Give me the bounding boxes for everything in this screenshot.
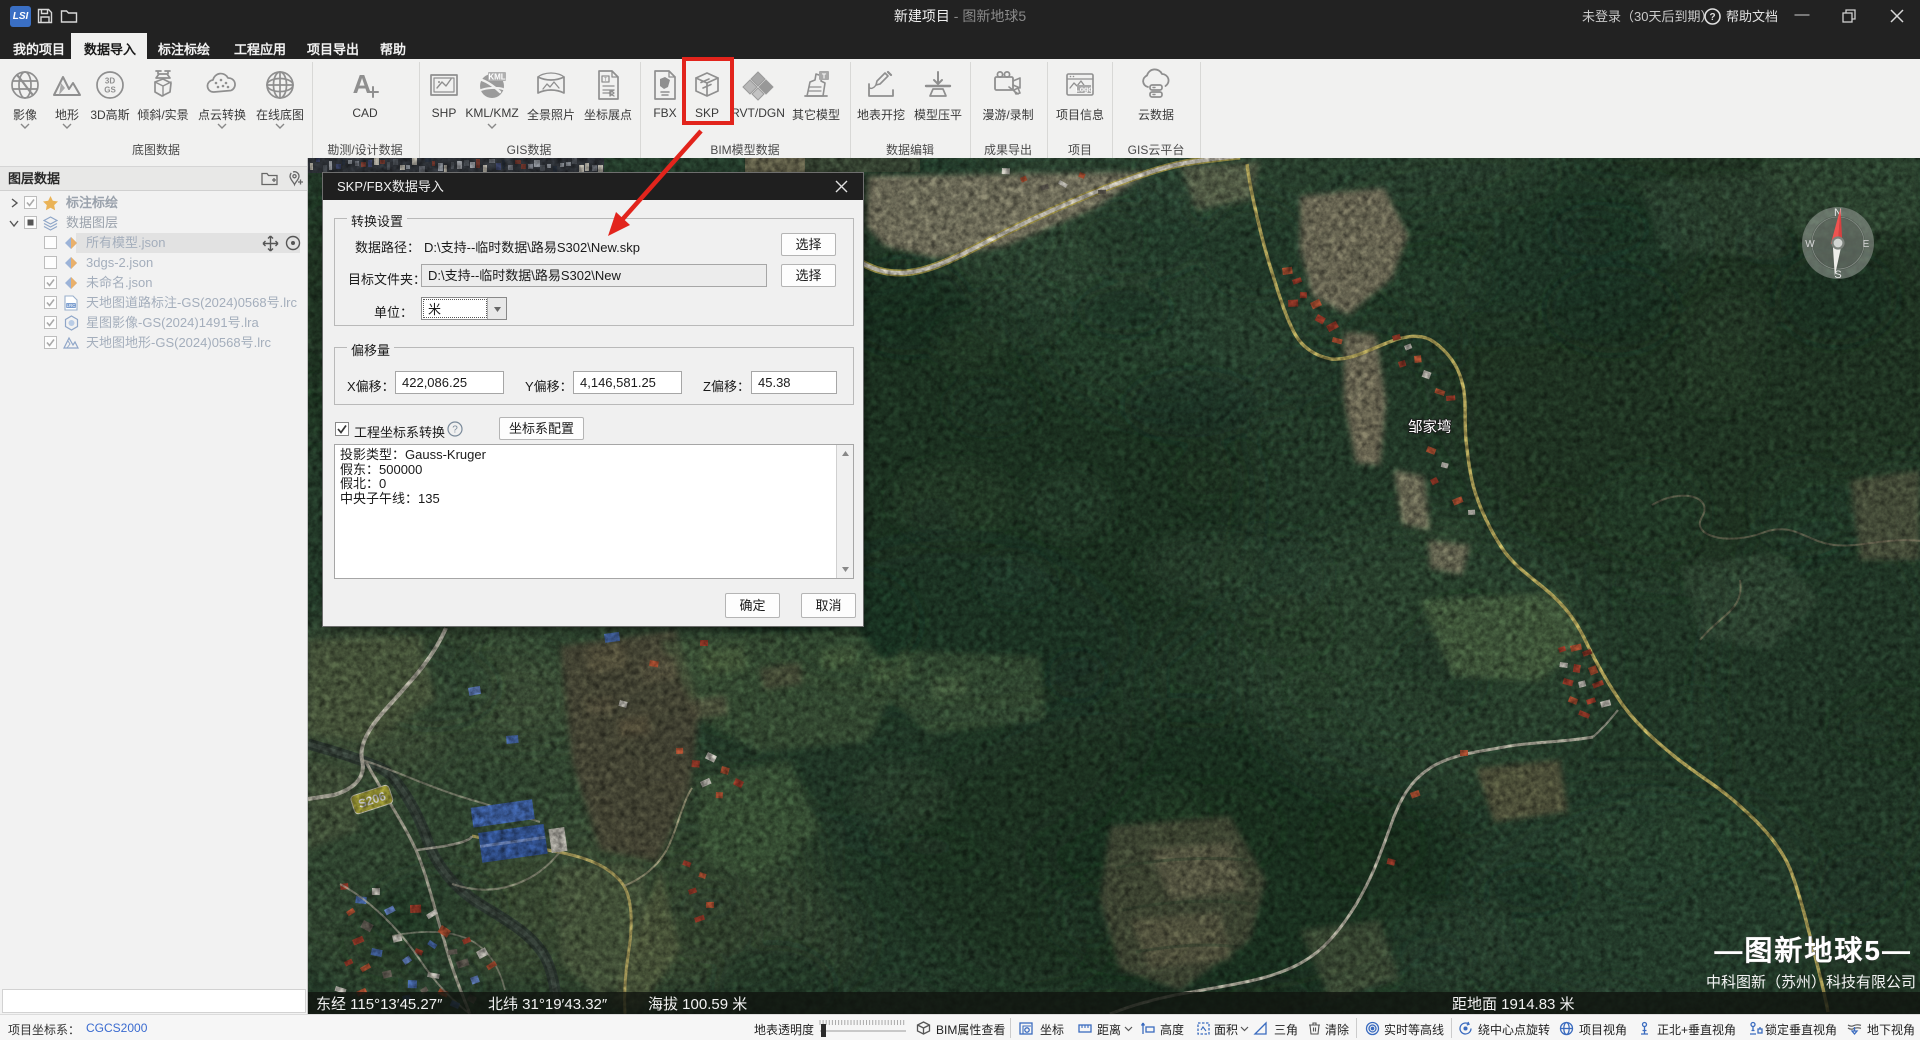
svg-text:邹家塆: 邹家塆	[1408, 419, 1452, 436]
svg-text:GS: GS	[104, 86, 116, 95]
svg-text:E: E	[1863, 239, 1870, 250]
svg-text:T: T	[822, 74, 827, 81]
svg-text:Logo: Logo	[1075, 87, 1092, 94]
svg-text:海拔 100.59 米: 海拔 100.59 米	[648, 996, 747, 1013]
svg-text:KML: KML	[488, 73, 505, 82]
svg-text:LRC: LRC	[66, 303, 76, 308]
svg-text:东经 115°13′45.27″: 东经 115°13′45.27″	[316, 996, 443, 1013]
svg-text:距地面 1914.83 米: 距地面 1914.83 米	[1452, 996, 1575, 1013]
svg-text:中科图新（苏州）科技有限公司: 中科图新（苏州）科技有限公司	[1706, 974, 1916, 991]
svg-text:A: A	[353, 69, 372, 99]
svg-text:—图新地球5—: —图新地球5—	[1714, 935, 1912, 966]
svg-text:3D: 3D	[105, 77, 115, 86]
svg-text:?: ?	[1709, 12, 1715, 23]
svg-text:?: ?	[452, 425, 458, 436]
svg-text:W: W	[1805, 239, 1815, 250]
svg-text:北纬 31°19′43.32″: 北纬 31°19′43.32″	[488, 996, 608, 1013]
